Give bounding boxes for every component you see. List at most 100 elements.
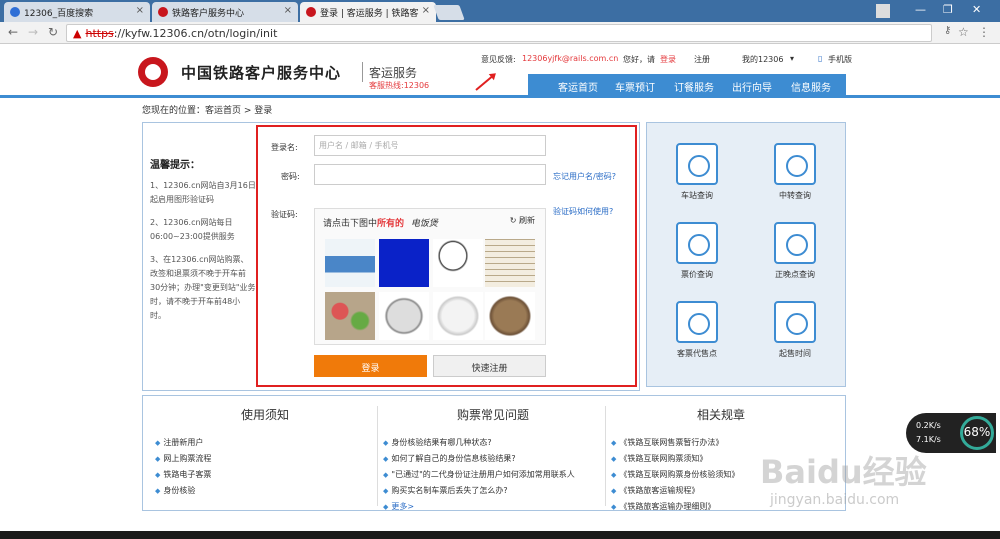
password-label: 密码: <box>281 172 300 181</box>
password-input[interactable] <box>314 164 546 185</box>
site-title: 中国铁路客户服务中心 <box>181 64 342 82</box>
back-icon[interactable]: ← <box>8 25 18 39</box>
hotline: 客服热线:12306 <box>369 81 430 90</box>
reload-icon[interactable]: ↻ <box>48 25 58 39</box>
baidu-favicon-icon <box>10 7 20 17</box>
info-link[interactable]: 购买实名制车票后丢失了怎么办? <box>383 485 507 496</box>
captcha-help-link[interactable]: 验证码如何使用? <box>553 206 613 217</box>
key-icon[interactable]: ⚷ <box>944 25 951 36</box>
profile-icon[interactable] <box>876 4 890 18</box>
info-link[interactable]: 《铁路互联网购票须知》 <box>611 453 707 464</box>
username-input[interactable]: 用户名 / 邮箱 / 手机号 <box>314 135 546 156</box>
info-link[interactable]: 如何了解自己的身份信息核验结果? <box>383 453 515 464</box>
service-label: 起售时间 <box>779 349 811 358</box>
service-sale-time[interactable]: 起售时间 <box>765 301 825 359</box>
service-ticket-agency[interactable]: 客票代售点 <box>667 301 727 359</box>
services-panel: 车站查询 中转查询 票价查询 正晚点查询 客票代售点 起售时间 <box>646 122 846 387</box>
info-link[interactable]: 《铁路旅客运输办理细则》 <box>611 501 715 512</box>
annotation-arrow-icon <box>475 75 494 91</box>
nav-ticket-booking[interactable]: 车票预订 <box>615 79 655 94</box>
nav-travel-guide[interactable]: 出行向导 <box>732 79 772 94</box>
menu-dots-icon[interactable]: ⋮ <box>978 25 990 39</box>
captcha-image-chart[interactable] <box>485 239 535 287</box>
info-link[interactable]: 《铁路互联网购票身份核验须知》 <box>611 469 739 480</box>
nav-info-service[interactable]: 信息服务 <box>791 79 831 94</box>
info-link[interactable]: 身份核验 <box>155 485 195 496</box>
info-link[interactable]: 《铁路互联网售票暂行办法》 <box>611 437 723 448</box>
service-delay-query[interactable]: 正晚点查询 <box>765 222 825 280</box>
service-label: 车站查询 <box>681 191 713 200</box>
tab-title: 12306_百度搜索 <box>24 9 94 19</box>
captcha-image-scale[interactable] <box>325 239 375 287</box>
captcha-image-rice-cooker-1[interactable] <box>379 292 429 340</box>
address-bar[interactable]: ▲ https://kyfw.12306.cn/otn/login/init <box>66 24 932 42</box>
fare-search-icon <box>676 222 718 264</box>
info-col-title: 相关规章 <box>697 408 746 422</box>
captcha-image-rice-cooker-3[interactable] <box>485 292 535 340</box>
service-station-query[interactable]: 车站查询 <box>667 143 727 201</box>
browser-toolbar: ← → ↻ ▲ https://kyfw.12306.cn/otn/login/i… <box>0 22 1000 44</box>
captcha-image-racket[interactable] <box>433 239 483 287</box>
bookmark-star-icon[interactable]: ☆ <box>958 25 969 39</box>
service-label: 中转查询 <box>779 191 811 200</box>
maximize-icon[interactable]: ❐ <box>943 3 953 16</box>
feedback-email-link[interactable]: 12306yjfk@rails.com.cn <box>522 54 618 63</box>
greeting-text: 您好，请 <box>623 55 655 64</box>
site-subtitle: 客运服务 <box>369 66 418 80</box>
window-close-icon[interactable]: ✕ <box>972 3 981 16</box>
more-link[interactable]: 更多> <box>383 501 414 512</box>
tab-railway-service[interactable]: 铁路客户服务中心 × <box>152 2 298 22</box>
close-icon[interactable]: × <box>136 5 144 16</box>
forgot-password-link[interactable]: 忘记用户名/密码? <box>553 171 616 182</box>
info-link[interactable]: 注册新用户 <box>155 437 203 448</box>
service-transfer-query[interactable]: 中转查询 <box>765 143 825 201</box>
my12306-menu[interactable]: 我的12306 <box>742 54 783 65</box>
stopwatch-icon <box>774 222 816 264</box>
info-link[interactable]: 身份核验结果有哪几种状态? <box>383 437 491 448</box>
browser-tab-strip: 12306_百度搜索 × 铁路客户服务中心 × 登录 | 客运服务 | 铁路客 … <box>0 0 1000 22</box>
refresh-icon: ↻ <box>509 216 517 225</box>
main-nav: 客运首页 车票预订 订餐服务 出行向导 信息服务 <box>528 74 846 96</box>
minimize-icon[interactable]: — <box>915 3 926 16</box>
captcha-target-word: 电饭煲 <box>410 219 438 229</box>
captcha-prompt-emphasis: 所有的 <box>377 219 405 229</box>
service-label: 客票代售点 <box>677 349 717 358</box>
tab-title: 登录 | 客运服务 | 铁路客 <box>320 9 419 19</box>
insecure-warning-icon: ▲ <box>73 27 82 40</box>
top-login-link[interactable]: 登录 <box>660 54 676 65</box>
captcha-image-carpet[interactable] <box>325 292 375 340</box>
close-icon[interactable]: × <box>284 5 292 16</box>
ticket-icon <box>676 301 718 343</box>
tab-login[interactable]: 登录 | 客运服务 | 铁路客 × <box>300 2 436 22</box>
forward-icon[interactable]: → <box>28 25 38 39</box>
tip-item: 3、在12306.cn网站购票、改签和退票须不晚于开车前30分钟；办理"变更到站… <box>150 255 256 320</box>
feedback-label: 意见反馈: <box>481 55 516 64</box>
tip-item: 2、12306.cn网站每日06:00~23:00提供服务 <box>150 218 235 241</box>
service-fare-query[interactable]: 票价查询 <box>667 222 727 280</box>
nav-home[interactable]: 客运首页 <box>558 79 598 94</box>
divider <box>362 62 363 82</box>
captcha-refresh-button[interactable]: ↻ 刷新 <box>510 215 535 226</box>
quick-register-button[interactable]: 快速注册 <box>433 355 546 377</box>
info-link[interactable]: 网上购票流程 <box>155 453 211 464</box>
captcha-image-blue[interactable] <box>379 239 429 287</box>
info-link[interactable]: 铁路电子客票 <box>155 469 211 480</box>
new-tab-button[interactable] <box>433 5 465 20</box>
download-speed: 7.1K/s <box>916 435 941 444</box>
info-link[interactable]: "已通过"的二代身份证注册用户如何添加常用联系人 <box>383 469 574 480</box>
info-col-title: 使用须知 <box>241 408 290 422</box>
close-icon[interactable]: × <box>422 5 430 16</box>
tab-baidu-search[interactable]: 12306_百度搜索 × <box>4 2 150 22</box>
railway-favicon-icon <box>158 7 168 17</box>
mobile-version-link[interactable]: 手机版 <box>828 54 852 65</box>
header-divider <box>0 95 1000 98</box>
nav-meal-service[interactable]: 订餐服务 <box>674 79 714 94</box>
railway-favicon-icon <box>306 7 316 17</box>
top-register-link[interactable]: 注册 <box>694 54 710 65</box>
info-link[interactable]: 《铁路旅客运输规程》 <box>611 485 699 496</box>
captcha-image-rice-cooker-2[interactable] <box>433 292 483 340</box>
chevron-down-icon[interactable]: ▾ <box>790 54 794 63</box>
service-label: 票价查询 <box>681 270 713 279</box>
url-path: ://kyfw.12306.cn/otn/login/init <box>113 27 278 40</box>
login-button[interactable]: 登录 <box>314 355 427 377</box>
